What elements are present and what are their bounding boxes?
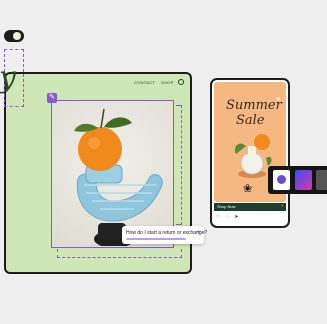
- thumbnail-strip: [268, 166, 327, 194]
- selection-outline-bottom: [57, 249, 182, 258]
- sparkle-icon: ✦: [195, 230, 201, 236]
- flower-logo-icon: ❀: [243, 183, 253, 195]
- app-logo-icon: [277, 175, 286, 184]
- arrow-right-icon: ›: [281, 203, 283, 209]
- thumbnail-partial[interactable]: [316, 170, 327, 190]
- chat-question: How do I start a return or exchange?: [126, 230, 208, 236]
- sculpture-illustration: [74, 108, 163, 247]
- toggle-switch[interactable]: [4, 30, 24, 42]
- selection-outline: [176, 105, 182, 225]
- script-heading-fragment: y: [0, 60, 16, 95]
- promo-headline-line2: Sale: [236, 113, 265, 128]
- chat-bubble[interactable]: How do I start a return or exchange? ✦: [122, 226, 208, 244]
- shop-now-label: Shop Now: [217, 204, 236, 209]
- magic-edit-icon[interactable]: ✎: [47, 93, 57, 103]
- typing-indicator: [126, 238, 186, 240]
- promo-headline-line1: Summer: [226, 98, 282, 113]
- text-selection-box[interactable]: y: [0, 49, 24, 107]
- phone-mockup[interactable]: Summer Sale ✦ ❀ Shop Now › ♡ ◌ ➤: [210, 78, 290, 228]
- search-icon[interactable]: [178, 79, 184, 85]
- thumbnail-gradient[interactable]: [295, 170, 312, 190]
- nav-shop-link[interactable]: SHOP: [161, 80, 174, 85]
- thumbnail-selected[interactable]: [273, 170, 290, 190]
- sparkle-icon: ✦: [276, 97, 282, 103]
- nav-contact-link[interactable]: CONTACT: [134, 80, 155, 85]
- social-action-icons[interactable]: ♡ ◌ ➤: [216, 214, 240, 220]
- shop-now-button[interactable]: Shop Now ›: [214, 203, 286, 211]
